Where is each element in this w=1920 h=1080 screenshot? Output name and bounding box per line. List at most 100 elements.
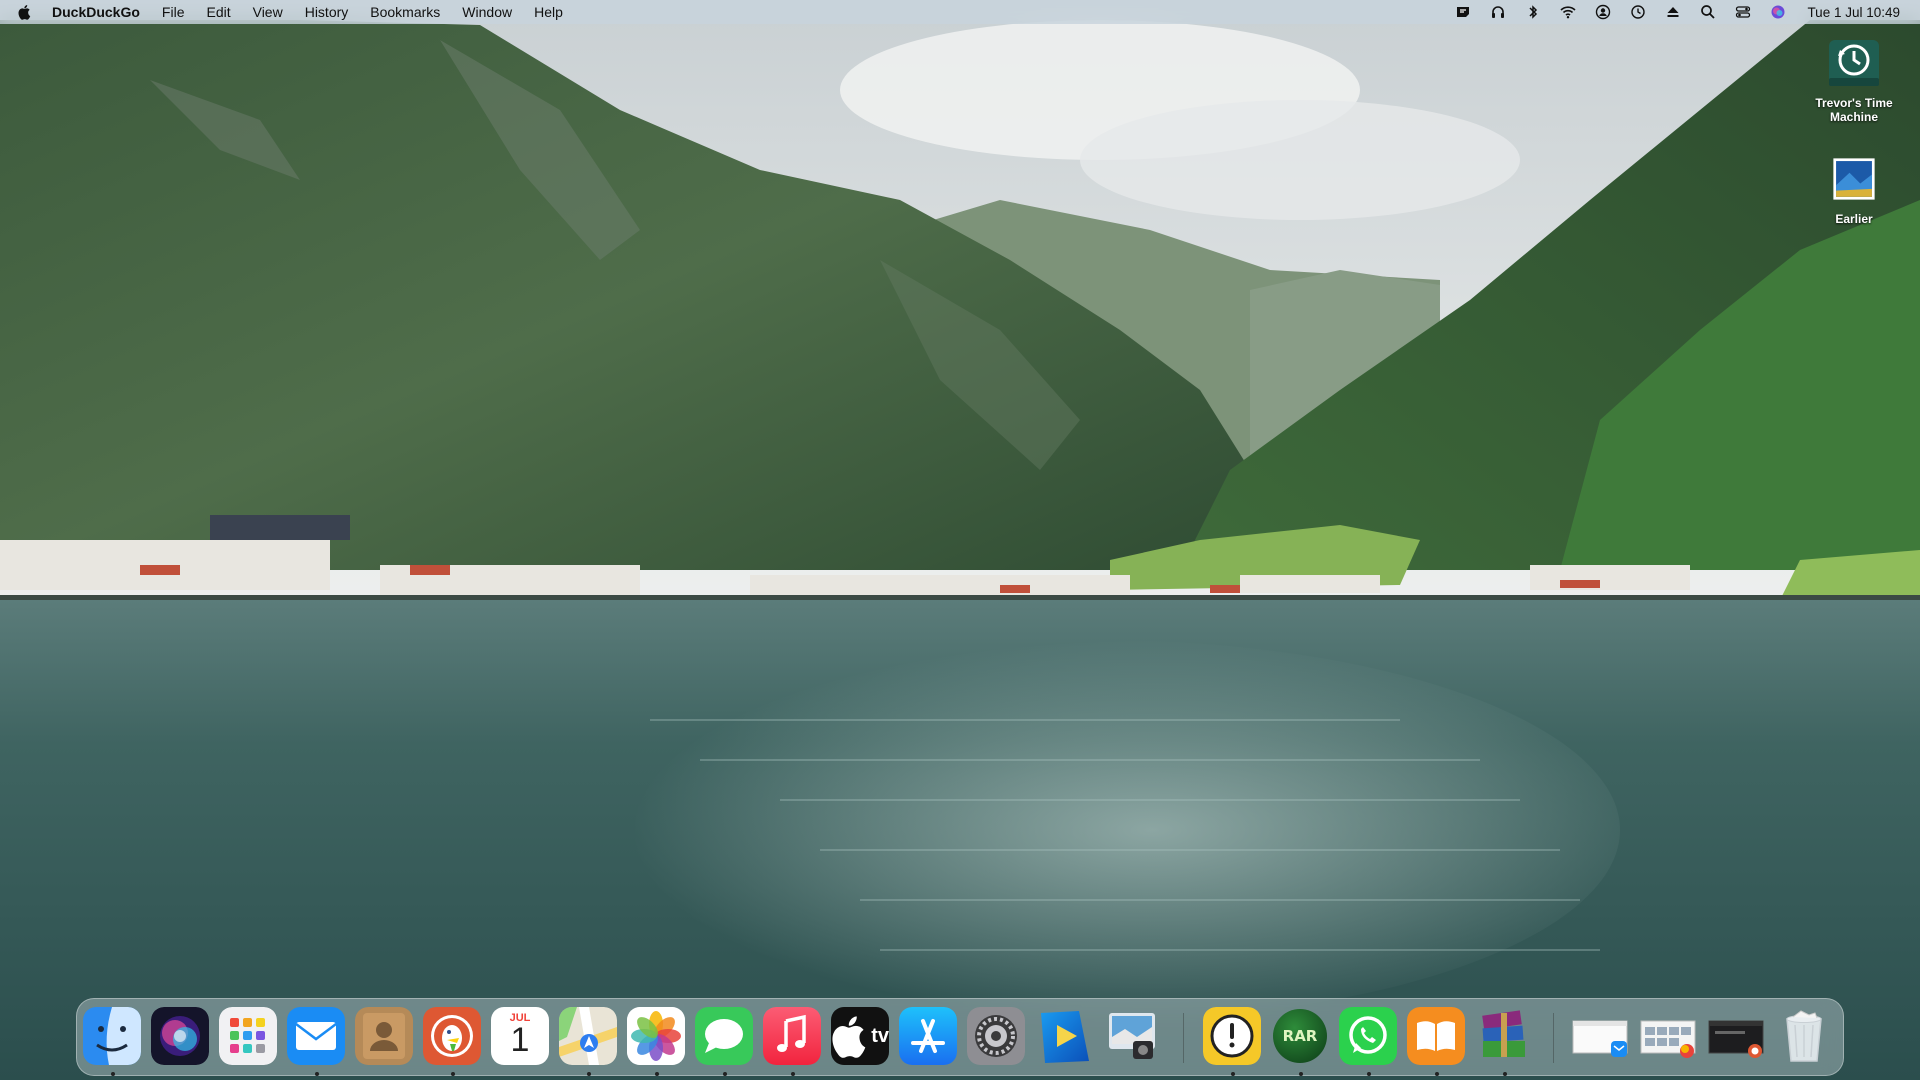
app-store-icon — [899, 1007, 957, 1065]
menu-edit[interactable]: Edit — [206, 4, 230, 20]
wifi-icon[interactable] — [1559, 3, 1577, 21]
desktop-icon-label: Earlier — [1835, 212, 1873, 226]
dock-app-store[interactable] — [899, 1007, 957, 1065]
photos-icon — [627, 1007, 685, 1065]
dock-winrar[interactable] — [1475, 1007, 1533, 1065]
dock-infuse[interactable] — [1035, 1007, 1093, 1065]
infuse-icon — [1041, 1011, 1089, 1063]
running-indicator — [655, 1072, 659, 1076]
running-indicator — [1231, 1072, 1235, 1076]
siri-icon — [151, 1007, 209, 1065]
running-indicator — [723, 1072, 727, 1076]
menu-bar-left: DuckDuckGo File Edit View History Bookma… — [0, 0, 585, 24]
menu-window[interactable]: Window — [462, 4, 512, 20]
mail-icon — [287, 1007, 345, 1065]
running-indicator — [1435, 1072, 1439, 1076]
bluetooth-icon[interactable] — [1524, 3, 1542, 21]
spotlight-search-icon[interactable] — [1699, 3, 1717, 21]
running-indicator — [451, 1072, 455, 1076]
desktop-icon-time-machine[interactable]: Trevor's Time Machine — [1806, 34, 1902, 124]
dock-minimized-window-photos[interactable] — [1639, 1007, 1697, 1065]
dock-messages[interactable] — [695, 1007, 753, 1065]
trash-icon — [1786, 1010, 1822, 1062]
menu-view[interactable]: View — [253, 4, 283, 20]
minimized-window-icon — [1640, 1020, 1696, 1058]
running-indicator — [1299, 1072, 1303, 1076]
dock-separator — [1553, 1013, 1554, 1063]
contacts-icon — [355, 1007, 413, 1065]
desktop-icon-label: Trevor's Time Machine — [1815, 96, 1893, 124]
messages-icon — [695, 1007, 753, 1065]
apple-menu-icon[interactable] — [18, 3, 34, 21]
dock-duckduckgo[interactable] — [423, 1007, 481, 1065]
time-machine-icon[interactable] — [1629, 3, 1647, 21]
running-indicator — [1367, 1072, 1371, 1076]
menu-history[interactable]: History — [305, 4, 349, 20]
dock-launchpad[interactable] — [219, 1007, 277, 1065]
apple-logo-icon — [832, 1016, 866, 1058]
minimized-window-icon — [1572, 1020, 1628, 1057]
menu-bar-clock[interactable]: Tue 1 Jul 10:49 — [1807, 5, 1900, 20]
menu-bar-extras: Tue 1 Jul 10:49 — [1437, 0, 1920, 24]
running-indicator — [587, 1072, 591, 1076]
desktop-wallpaper — [0, 0, 1920, 1080]
apple-tv-label: tv — [871, 1024, 889, 1047]
whatsapp-icon — [1339, 1007, 1397, 1065]
music-icon — [763, 1007, 821, 1065]
finder-icon — [83, 1007, 141, 1065]
dock-system-settings[interactable] — [967, 1007, 1025, 1065]
launchpad-icon — [219, 1007, 277, 1065]
siri-icon[interactable] — [1769, 3, 1787, 21]
running-indicator — [1503, 1072, 1507, 1076]
dock-maps[interactable] — [559, 1007, 617, 1065]
books-icon — [1407, 1007, 1465, 1065]
calendar-icon: JUL 1 — [491, 1007, 549, 1065]
winrar-icon — [1482, 1010, 1525, 1057]
running-indicator — [791, 1072, 795, 1076]
dock-minimized-window-duckduckgo[interactable] — [1707, 1007, 1765, 1065]
dock-whatsapp[interactable] — [1339, 1007, 1397, 1065]
dock-siri[interactable] — [151, 1007, 209, 1065]
user-account-icon[interactable] — [1594, 3, 1612, 21]
dock-music[interactable] — [763, 1007, 821, 1065]
dock-minimized-window-mail[interactable] — [1571, 1007, 1629, 1065]
control-center-icon[interactable] — [1734, 3, 1752, 21]
minimized-window-icon — [1708, 1020, 1764, 1058]
dock-preview[interactable] — [1103, 1007, 1161, 1065]
duckduckgo-icon — [423, 1007, 481, 1065]
eject-icon[interactable] — [1664, 3, 1682, 21]
dock-trash[interactable] — [1775, 1007, 1833, 1065]
console-icon — [1203, 1007, 1261, 1065]
apple-tv-icon: tv — [831, 1007, 889, 1065]
maps-icon — [559, 1007, 617, 1065]
dock-apple-tv[interactable]: tv — [831, 1007, 889, 1065]
app-name-menu[interactable]: DuckDuckGo — [52, 4, 140, 20]
menu-bookmarks[interactable]: Bookmarks — [370, 4, 440, 20]
dock-calendar[interactable]: JUL 1 — [491, 1007, 549, 1065]
dock-separator — [1183, 1013, 1184, 1063]
preview-icon — [1109, 1013, 1155, 1059]
menu-bar: DuckDuckGo File Edit View History Bookma… — [0, 0, 1920, 24]
running-indicator — [315, 1072, 319, 1076]
dock-finder[interactable] — [83, 1007, 141, 1065]
fjord-landscape-image — [0, 0, 1920, 1080]
dock-rar-extractor[interactable]: RAR — [1271, 1007, 1329, 1065]
calendar-day: 1 — [510, 1021, 530, 1059]
dock-contacts[interactable] — [355, 1007, 413, 1065]
dock-photos[interactable] — [627, 1007, 685, 1065]
system-settings-icon — [967, 1007, 1025, 1065]
dock-books[interactable] — [1407, 1007, 1465, 1065]
dock-mail[interactable] — [287, 1007, 345, 1065]
dock: JUL 1 tv RAR — [76, 998, 1844, 1076]
menu-file[interactable]: File — [162, 4, 185, 20]
rar-extractor-icon: RAR — [1273, 1009, 1327, 1063]
desktop-icon-earlier[interactable]: Earlier — [1806, 150, 1902, 226]
image-file-icon — [1825, 150, 1883, 208]
time-machine-drive-icon — [1825, 34, 1883, 92]
duckduckgo-vpn-icon[interactable] — [1454, 3, 1472, 21]
dock-console[interactable] — [1203, 1007, 1261, 1065]
running-indicator — [111, 1072, 115, 1076]
rar-label: RAR — [1282, 1027, 1318, 1045]
headphones-icon[interactable] — [1489, 3, 1507, 21]
menu-help[interactable]: Help — [534, 4, 563, 20]
